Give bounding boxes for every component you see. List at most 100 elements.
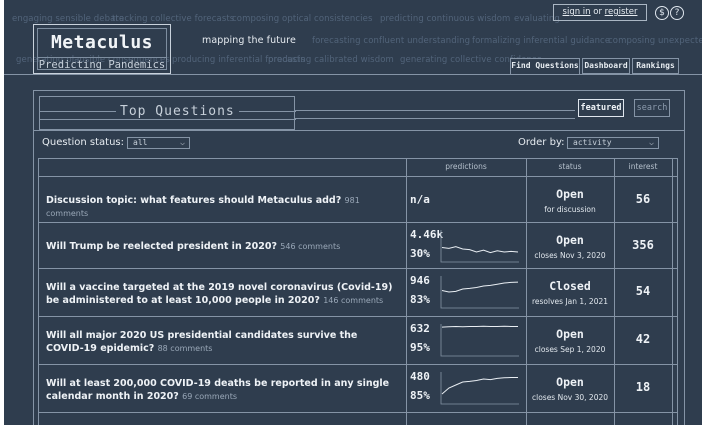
prediction-sparkline	[440, 324, 519, 357]
question-status-select[interactable]: all ⌵	[127, 137, 190, 149]
ticker-text: composing optical consistencies	[232, 14, 373, 24]
table-row[interactable]: Will at least 200,000 COVID-19 deaths be…	[38, 364, 678, 413]
status-detail: for discussion	[544, 205, 596, 214]
top-questions-title: Top Questions	[116, 104, 239, 119]
ticker-text: engaging sensible debate	[12, 14, 125, 24]
status-cell	[526, 413, 614, 425]
prediction-cell[interactable]: 480 85%	[406, 365, 526, 413]
chevron-down-icon: ⌵	[649, 138, 654, 147]
question-text[interactable]: Will Trump be reelected president in 202…	[46, 241, 277, 252]
predictions-header: predictions	[445, 162, 487, 171]
prediction-cell[interactable]: 946 83%	[406, 269, 526, 317]
prediction-cell[interactable]: 4.46k 30%	[406, 223, 526, 269]
interest-cell: 56	[614, 177, 672, 223]
question-status-value: all	[133, 138, 148, 147]
question-title[interactable]: Will a vaccine targeted at the 2019 nove…	[46, 281, 396, 307]
interest-value: 18	[635, 380, 651, 394]
prediction-sparkline	[440, 276, 519, 309]
question-title[interactable]: Will all major 2020 US presidential cand…	[46, 329, 396, 355]
status-cell: Closed resolves Jan 1, 2021	[526, 269, 614, 317]
interest-value: 356	[632, 238, 654, 252]
header-rule-right	[295, 110, 575, 119]
prediction-count: n/a	[410, 193, 430, 206]
prediction-cell[interactable]: n/a	[406, 177, 526, 223]
question-title[interactable]: Will Trump be reelected president in 202…	[46, 240, 396, 253]
table-row[interactable]: Discussion topic: what features should M…	[38, 176, 678, 223]
sparkline-series	[441, 281, 519, 293]
interest-header: interest	[628, 162, 658, 171]
chevron-down-icon: ⌵	[180, 138, 185, 147]
featured-toggle[interactable]: featured	[578, 99, 624, 117]
search-toggle[interactable]: search	[634, 99, 670, 117]
panel-divider	[34, 130, 684, 131]
table-row[interactable]: Will all major 2020 US presidential cand…	[38, 316, 678, 365]
help-icon[interactable]: ?	[670, 6, 684, 20]
interest-cell: 356	[614, 223, 672, 269]
sparkline-axis	[440, 324, 519, 357]
prediction-cell[interactable]: 14	[406, 413, 526, 425]
status-label: Open	[556, 233, 584, 247]
sparkline-series	[441, 246, 519, 254]
order-by-label: Order by:	[518, 137, 565, 148]
interest-cell: 54	[614, 269, 672, 317]
ticker-text: composing unexpected	[608, 36, 702, 46]
prediction-count: 946	[410, 274, 430, 287]
community-prediction: 85%	[410, 389, 430, 402]
tab-find-questions[interactable]: Find Questions	[510, 58, 580, 74]
status-detail: closes Nov 30, 2020	[531, 393, 609, 402]
order-by-value: activity	[573, 138, 612, 147]
order-by-select[interactable]: activity ⌵	[567, 137, 659, 149]
comment-count[interactable]: 88 comments	[158, 344, 213, 353]
comment-count[interactable]: 546 comments	[280, 242, 340, 251]
nav-divider	[4, 74, 702, 75]
interest-cell: 42	[614, 317, 672, 365]
metaculus-logo[interactable]: Metaculus Predicting Pandemics	[33, 24, 171, 74]
ticker-text: predicting continuous wisdom	[380, 14, 511, 24]
table-row[interactable]: Will a vaccine targeted at the 2019 nove…	[38, 268, 678, 317]
auth-box: sign in or register	[553, 4, 647, 21]
sparkline-axis	[440, 230, 519, 263]
dollar-icon[interactable]: $	[655, 6, 669, 20]
interest-value: 42	[635, 332, 651, 346]
status-label: Open	[556, 187, 584, 201]
table-row[interactable]: 14	[38, 412, 678, 425]
status-label: Open	[556, 327, 584, 341]
top-questions-header: Top Questions	[39, 96, 296, 130]
community-prediction: 83%	[410, 293, 430, 306]
status-label: Open	[556, 375, 584, 389]
prediction-count: 480	[410, 370, 430, 383]
register-link[interactable]: register	[605, 7, 638, 17]
tab-rankings[interactable]: Rankings	[632, 58, 679, 74]
prediction-sparkline	[440, 230, 519, 263]
interest-cell: 18	[614, 365, 672, 413]
table-row[interactable]: Will Trump be reelected president in 202…	[38, 222, 678, 269]
prediction-sparkline	[440, 372, 519, 405]
interest-value: 54	[635, 284, 651, 298]
comment-count[interactable]: 146 comments	[323, 296, 383, 305]
interest-cell	[614, 413, 672, 425]
question-text[interactable]: Discussion topic: what features should M…	[46, 195, 341, 206]
metaculus-app: engaging sensible debate tracking collec…	[4, 0, 702, 425]
status-cell: Open closes Nov 3, 2020	[526, 223, 614, 269]
prediction-count: 632	[410, 322, 430, 335]
prediction-cell[interactable]: 632 95%	[406, 317, 526, 365]
ticker-text: tracking collective forecasts	[112, 14, 235, 24]
sign-in-link[interactable]: sign in	[563, 7, 591, 17]
status-detail: closes Sep 1, 2020	[534, 345, 606, 354]
logo-subtitle: Predicting Pandemics	[37, 57, 167, 71]
status-label: Closed	[549, 279, 591, 293]
interest-value: 56	[635, 192, 651, 206]
prediction-count: 4.46k	[410, 228, 444, 241]
tab-dashboard[interactable]: Dashboard	[582, 58, 630, 74]
status-cell: Open closes Nov 30, 2020	[526, 365, 614, 413]
question-title[interactable]: Discussion topic: what features should M…	[46, 194, 396, 220]
question-title[interactable]: Will at least 200,000 COVID-19 deaths be…	[46, 377, 396, 403]
ticker-text: formalizing inferential guidance	[472, 36, 611, 46]
status-cell: Open for discussion	[526, 177, 614, 223]
comment-count[interactable]: 69 comments	[182, 392, 237, 401]
ticker-text-highlight: mapping the future	[202, 35, 296, 46]
ticker-text: forecasting confluent understanding	[312, 36, 471, 46]
status-detail: closes Nov 3, 2020	[534, 251, 606, 260]
status-cell: Open closes Sep 1, 2020	[526, 317, 614, 365]
sparkline-series	[441, 325, 518, 328]
